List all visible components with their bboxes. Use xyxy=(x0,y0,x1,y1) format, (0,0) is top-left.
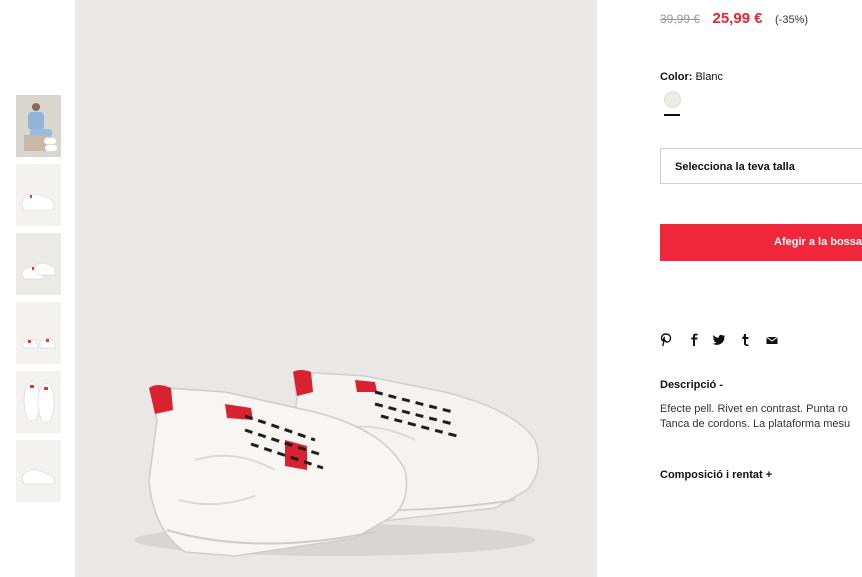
description-line: Tanca de cordons. La plataforma mesu xyxy=(660,418,851,430)
thumbnail-side[interactable] xyxy=(16,164,61,226)
description-line: Efecte pell. Rivet en contrast. Punta ro xyxy=(660,403,848,415)
thumbnail-top[interactable] xyxy=(16,371,61,433)
add-to-bag-button[interactable]: Afegir a la bossa xyxy=(660,224,862,261)
color-value: Blanc xyxy=(695,71,723,83)
thumbnail-detail[interactable] xyxy=(16,440,61,502)
old-price: 39,99 € xyxy=(660,12,701,26)
description-toggle[interactable]: Descripció - xyxy=(660,379,723,391)
thumbnail-list xyxy=(16,95,61,509)
mail-icon[interactable] xyxy=(766,333,780,349)
discount-badge: (-35%) xyxy=(775,14,809,26)
product-main-image[interactable] xyxy=(75,0,597,577)
color-swatch-white[interactable] xyxy=(664,91,681,108)
price-row: 39,99 € 25,99 € (-35%) xyxy=(660,10,808,28)
twitter-icon[interactable] xyxy=(712,333,726,349)
composition-toggle[interactable]: Composició i rentat + xyxy=(660,469,772,481)
color-label: Color: xyxy=(660,71,693,83)
selected-swatch-indicator xyxy=(664,114,680,116)
thumbnail-pair[interactable] xyxy=(16,233,61,295)
size-select[interactable]: Selecciona la teva talla xyxy=(660,148,862,184)
color-info: Color: Blanc xyxy=(660,71,723,83)
sale-price: 25,99 € xyxy=(712,10,763,27)
thumbnail-back[interactable] xyxy=(16,302,61,364)
thumbnail-model[interactable] xyxy=(16,95,61,157)
facebook-icon[interactable] xyxy=(688,333,702,349)
description-text: Efecte pell. Rivet en contrast. Punta ro… xyxy=(660,402,850,432)
tumblr-icon[interactable] xyxy=(740,333,754,349)
pinterest-icon[interactable] xyxy=(660,333,674,349)
